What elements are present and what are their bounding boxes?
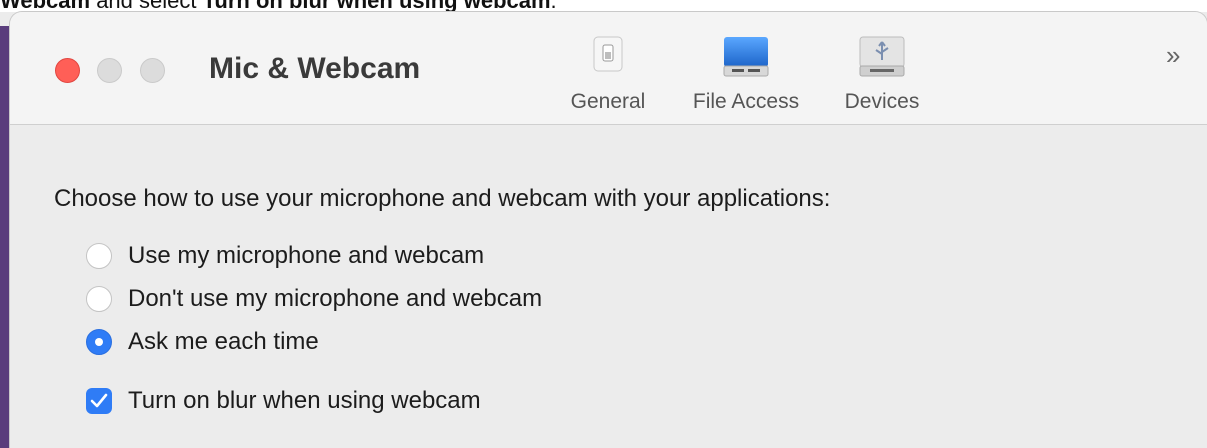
option-use-mic-webcam[interactable]: Use my microphone and webcam (86, 241, 484, 271)
option-label: Use my microphone and webcam (128, 242, 485, 269)
toolbar-overflow-chevron-icon[interactable]: » (1166, 40, 1180, 71)
blur-webcam-option[interactable]: Turn on blur when using webcam (86, 386, 481, 416)
tab-file-access-label: File Access (692, 90, 800, 113)
option-label: Ask me each time (128, 328, 319, 355)
option-label: Don't use my microphone and webcam (128, 285, 543, 312)
pane-prompt: Choose how to use your microphone and we… (54, 185, 831, 212)
window-title: Mic & Webcam (209, 52, 421, 85)
tab-general[interactable]: General (558, 12, 658, 124)
radio-dont-use-mic-webcam[interactable] (86, 286, 112, 312)
checkmark-icon (90, 393, 108, 408)
instruction-caption: Webcam and select Turn on blur when usin… (0, 0, 557, 13)
minimize-window-button[interactable] (97, 58, 122, 83)
hard-drive-icon (722, 36, 770, 83)
blur-webcam-checkbox[interactable] (86, 388, 112, 414)
radio-ask-each-time[interactable] (86, 329, 112, 355)
close-window-button[interactable] (55, 58, 80, 83)
tab-general-label: General (570, 90, 646, 113)
tab-devices[interactable]: Devices (832, 12, 932, 124)
usb-drive-icon (858, 36, 906, 83)
option-ask-each-time[interactable]: Ask me each time (86, 327, 319, 357)
window-toolbar: Mic & Webcam General File Access Devices… (10, 12, 1207, 125)
tab-file-access[interactable]: File Access (678, 12, 814, 124)
tab-devices-label: Devices (844, 90, 920, 113)
blur-webcam-label: Turn on blur when using webcam (128, 387, 481, 414)
radio-use-mic-webcam[interactable] (86, 243, 112, 269)
option-dont-use-mic-webcam[interactable]: Don't use my microphone and webcam (86, 284, 542, 314)
preferences-window: Mic & Webcam General File Access Devices… (10, 12, 1207, 448)
switch-icon (593, 36, 623, 77)
zoom-window-button[interactable] (140, 58, 165, 83)
